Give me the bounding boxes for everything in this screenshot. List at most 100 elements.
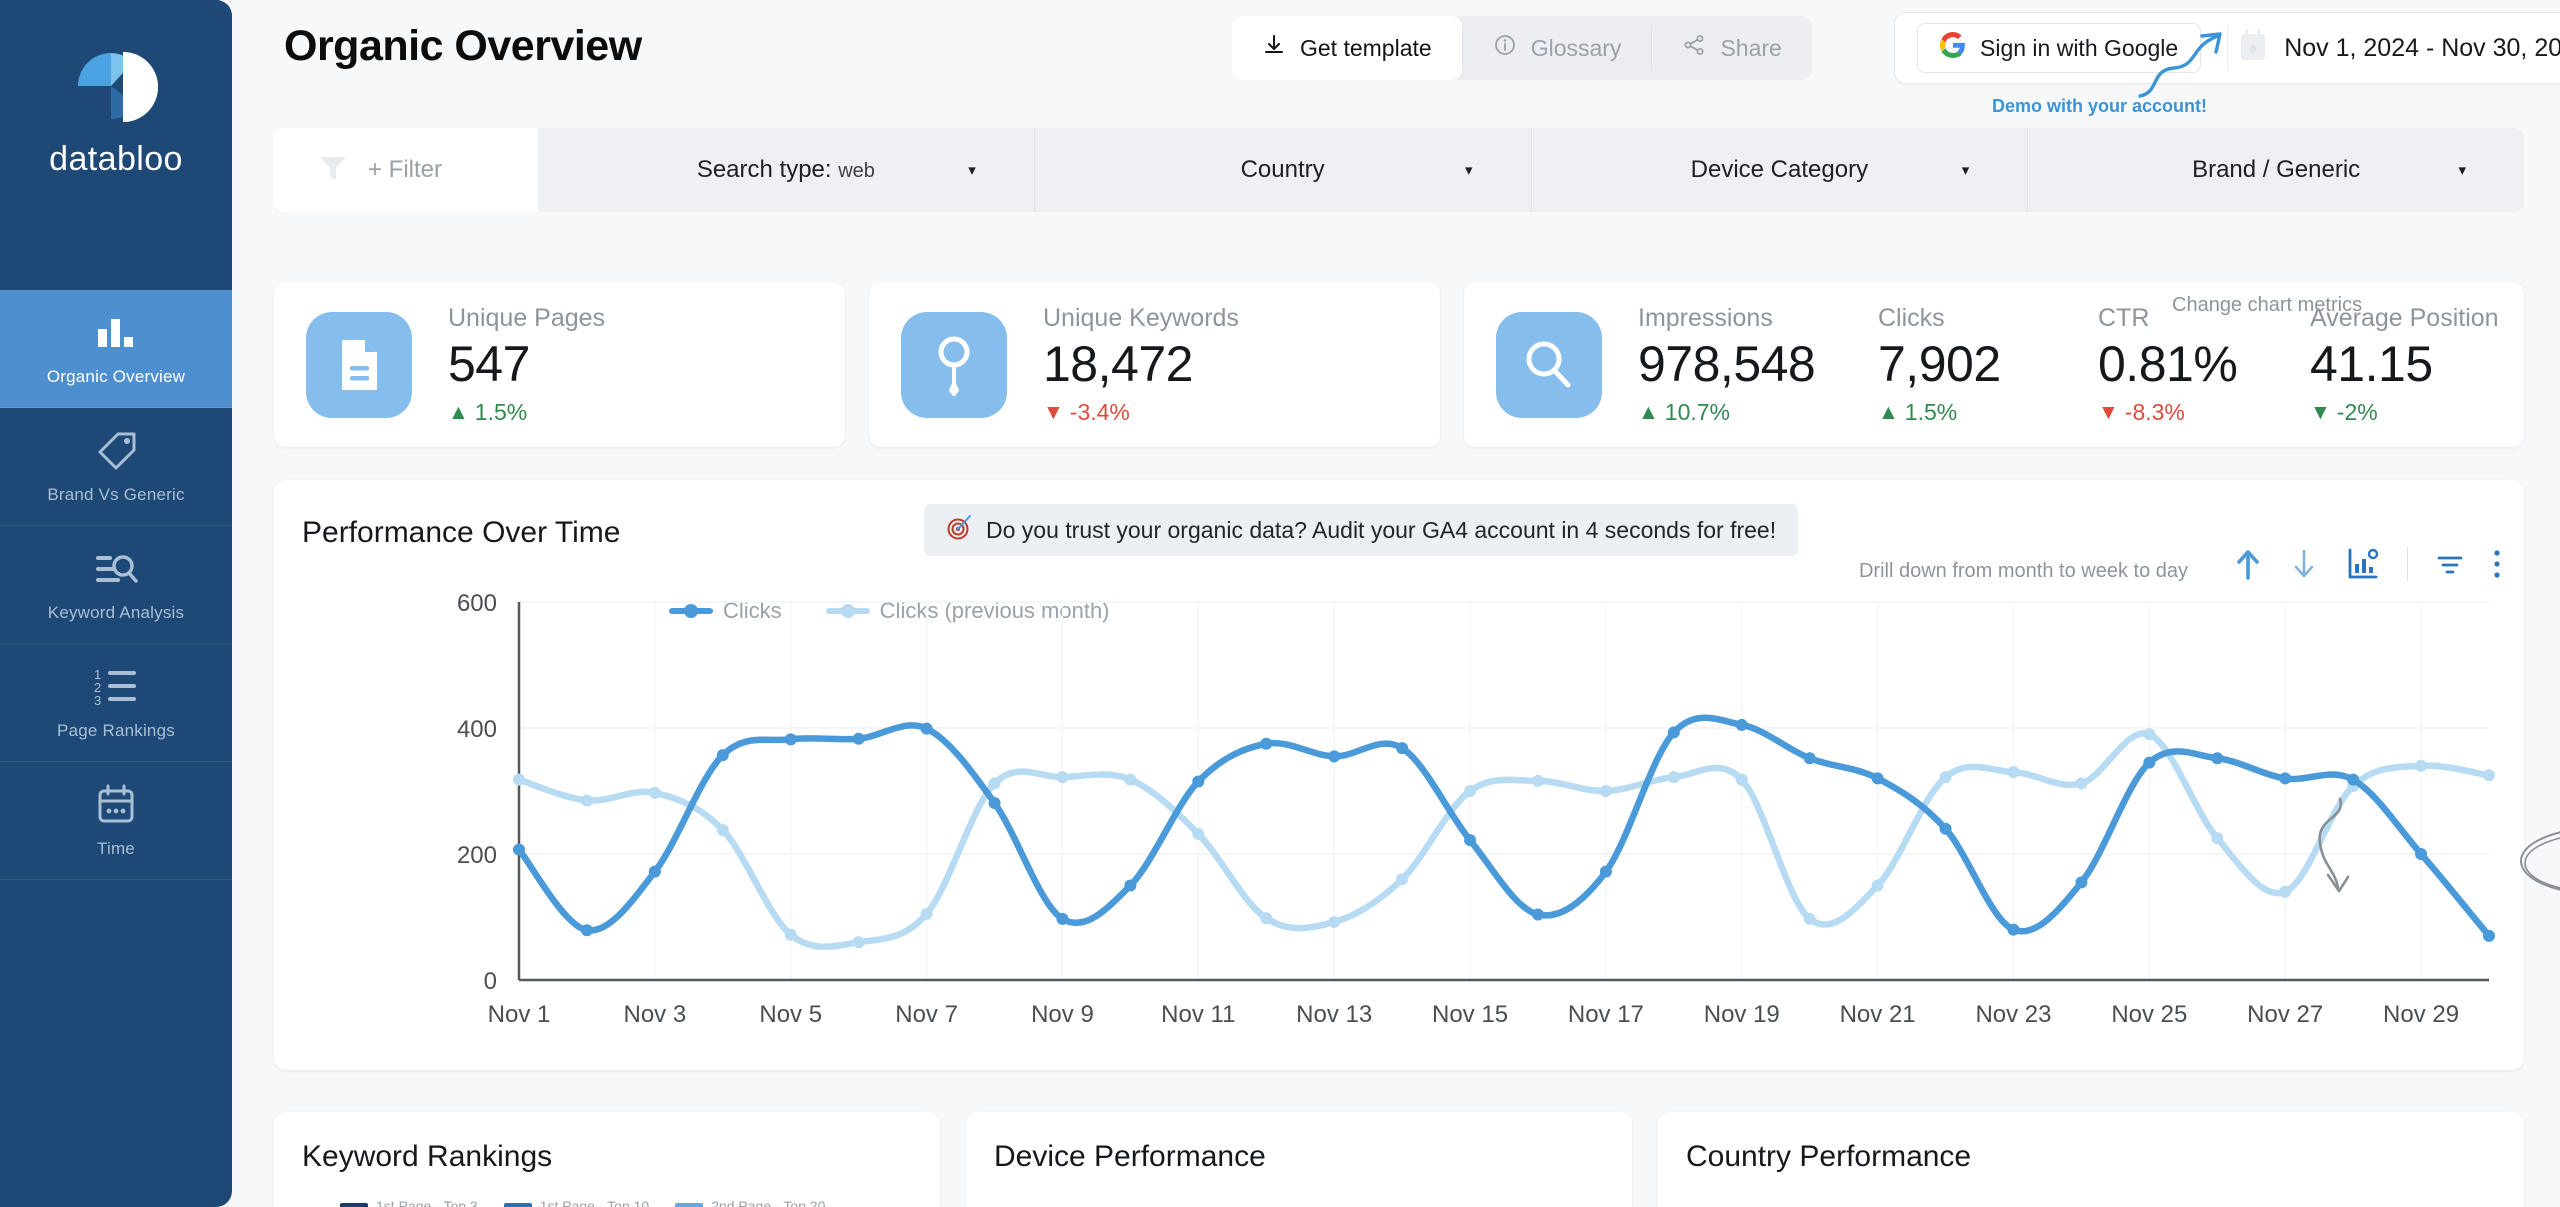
kpi-card-unique-pages[interactable]: Unique Pages 547 ▲ 1.5% bbox=[274, 282, 845, 447]
kpi-delta-value: -8.3% bbox=[2124, 398, 2185, 425]
glossary-button[interactable]: Glossary bbox=[1463, 16, 1652, 80]
chevron-down-icon[interactable]: ▾ bbox=[968, 161, 976, 179]
chevron-down-icon[interactable]: ▾ bbox=[1465, 161, 1473, 179]
filter-search-type[interactable]: Search type: web ▾ bbox=[538, 128, 1035, 212]
keyword-rankings-card: Keyword Rankings 1st Page - Top 3 1st Pa… bbox=[274, 1112, 940, 1207]
bar-chart-icon bbox=[94, 311, 138, 355]
kpi-metric: Unique Pages 547 ▲ 1.5% bbox=[448, 304, 605, 426]
sidebar-item-label: Page Rankings bbox=[57, 720, 175, 740]
get-template-button[interactable]: Get template bbox=[1232, 16, 1462, 80]
svg-text:Nov 29: Nov 29 bbox=[2383, 1001, 2459, 1028]
svg-text:3: 3 bbox=[94, 693, 101, 708]
legend-item-top10[interactable]: 1st Page - Top 10 bbox=[503, 1198, 649, 1207]
date-range-picker[interactable]: Nov 1, 2024 - Nov 30, 2024 ▾ bbox=[2232, 28, 2560, 68]
filter-device-category[interactable]: Device Category ▾ bbox=[1532, 128, 2029, 212]
svg-text:Nov 21: Nov 21 bbox=[1840, 1001, 1916, 1028]
kpi-name: Clicks bbox=[1878, 303, 1945, 332]
add-filter-button[interactable]: + Filter bbox=[274, 128, 538, 212]
drill-up-arrow-icon[interactable] bbox=[2233, 547, 2263, 581]
add-filter-label: + Filter bbox=[368, 156, 443, 183]
sidebar-item-page-rankings[interactable]: 1 2 3 Page Rankings bbox=[0, 644, 232, 762]
svg-text:Nov 3: Nov 3 bbox=[624, 1001, 687, 1028]
brand-logo[interactable]: databloo bbox=[0, 0, 232, 290]
page-title: Organic Overview bbox=[284, 22, 642, 70]
sidebar-item-organic-overview[interactable]: Organic Overview bbox=[0, 290, 232, 408]
keyword-search-icon bbox=[93, 547, 139, 591]
kpi-delta-value: 1.5% bbox=[474, 398, 528, 425]
document-icon bbox=[306, 311, 412, 418]
kpi-delta: ▼ -8.3% bbox=[2098, 399, 2310, 426]
arrow-down-icon: ▼ bbox=[2098, 400, 2119, 424]
legend-swatch bbox=[503, 1202, 532, 1207]
kpi-card-search-console[interactable]: Impressions 978,548 ▲ 10.7% Clicks 7,902… bbox=[1464, 282, 2524, 447]
calendar-icon bbox=[94, 783, 138, 827]
filter-icon[interactable] bbox=[2434, 548, 2466, 580]
sidebar-item-label: Keyword Analysis bbox=[47, 602, 185, 622]
filter-country[interactable]: Country ▾ bbox=[1035, 128, 1532, 212]
get-template-label: Get template bbox=[1300, 34, 1432, 61]
legend-swatch bbox=[340, 1202, 368, 1207]
glossary-label: Glossary bbox=[1530, 34, 1622, 61]
sidebar-item-keyword-analysis[interactable]: Keyword Analysis bbox=[0, 526, 232, 644]
kpi-value: 978,548 bbox=[1638, 335, 1816, 392]
change-chart-metrics-note: Change chart metrics bbox=[2172, 294, 2363, 316]
arrow-up-icon: ▲ bbox=[448, 400, 469, 424]
arrow-up-icon: ▲ bbox=[1878, 400, 1899, 424]
kpi-card-unique-keywords[interactable]: Unique Keywords 18,472 ▼ -3.4% bbox=[869, 282, 1440, 447]
date-range-value: Nov 1, 2024 - Nov 30, 2024 bbox=[2284, 33, 2560, 62]
kpi-delta: ▼ -3.4% bbox=[1043, 399, 1239, 426]
svg-text:Nov 1: Nov 1 bbox=[488, 1001, 551, 1028]
kpi-delta: ▲ 1.5% bbox=[448, 399, 605, 426]
more-options-icon[interactable] bbox=[2492, 547, 2502, 581]
kpi-metric: Unique Keywords 18,472 ▼ -3.4% bbox=[1043, 304, 1239, 426]
share-icon bbox=[1682, 33, 1706, 63]
demo-arrow-annotation-icon bbox=[2132, 22, 2252, 105]
chart-title: Performance Over Time bbox=[302, 516, 621, 549]
tag-icon bbox=[94, 429, 138, 473]
kpi-name: Unique Keywords bbox=[1043, 303, 1239, 332]
svg-text:600: 600 bbox=[457, 590, 497, 617]
kpi-metric-clicks: Clicks 7,902 ▲ 1.5% bbox=[1878, 304, 2098, 426]
svg-text:400: 400 bbox=[457, 716, 497, 743]
svg-text:Nov 11: Nov 11 bbox=[1161, 1001, 1235, 1028]
download-icon bbox=[1262, 33, 1286, 63]
svg-text:Nov 15: Nov 15 bbox=[1432, 1001, 1508, 1028]
country-performance-card: Country Performance bbox=[1658, 1112, 2524, 1207]
kpi-delta-value: -3.4% bbox=[1069, 398, 1130, 425]
kpi-delta-value: 10.7% bbox=[1664, 398, 1731, 425]
kpi-metric-impressions: Impressions 978,548 ▲ 10.7% bbox=[1638, 304, 1878, 426]
svg-text:Nov 7: Nov 7 bbox=[895, 1001, 958, 1028]
device-performance-card: Device Performance bbox=[966, 1112, 1632, 1207]
arrow-up-icon: ▲ bbox=[1638, 400, 1659, 424]
legend-item-top20[interactable]: 2nd Page - Top 20 bbox=[675, 1198, 825, 1207]
chart-metrics-icon[interactable] bbox=[2345, 546, 2381, 582]
kpi-delta: ▲ 10.7% bbox=[1638, 399, 1878, 426]
legend-swatch bbox=[675, 1202, 704, 1207]
kpi-name: Unique Pages bbox=[448, 303, 606, 332]
header-action-group: Get template Glossary Share bbox=[1232, 16, 1812, 80]
kpi-metric-average-position: Average Position 41.15 ▼ -2% bbox=[2310, 304, 2499, 426]
svg-text:Nov 27: Nov 27 bbox=[2247, 1001, 2323, 1028]
numbered-list-icon: 1 2 3 bbox=[92, 665, 140, 709]
filter-brand-generic[interactable]: Brand / Generic ▾ bbox=[2028, 128, 2524, 212]
kpi-delta-value: 1.5% bbox=[1904, 398, 1958, 425]
chevron-down-icon[interactable]: ▾ bbox=[2458, 161, 2466, 179]
legend-item-top3[interactable]: 1st Page - Top 3 bbox=[340, 1198, 478, 1207]
filter-name: Device Category bbox=[1690, 156, 1869, 183]
svg-text:Nov 23: Nov 23 bbox=[1975, 1001, 2051, 1028]
chevron-down-icon[interactable]: ▾ bbox=[1962, 161, 1970, 179]
sidebar-item-time[interactable]: Time bbox=[0, 762, 232, 880]
share-button[interactable]: Share bbox=[1652, 16, 1811, 80]
legend-label: 1st Page - Top 3 bbox=[376, 1198, 478, 1207]
sidebar-item-brand-vs-generic[interactable]: Brand Vs Generic bbox=[0, 408, 232, 526]
sidebar: databloo Organic Overview Brand Vs Gener… bbox=[0, 0, 232, 1207]
drill-down-arrow-icon[interactable] bbox=[2289, 547, 2319, 581]
arrow-down-icon: ▼ bbox=[2310, 400, 2331, 424]
svg-text:Nov 13: Nov 13 bbox=[1296, 1001, 1372, 1028]
promo-banner[interactable]: Do you trust your organic data? Audit yo… bbox=[924, 504, 1799, 556]
funnel-icon bbox=[316, 151, 350, 190]
kpi-delta: ▲ 1.5% bbox=[1878, 399, 2098, 426]
performance-over-time-panel: Performance Over Time Do you trust your … bbox=[274, 480, 2560, 1070]
chart-toolbar bbox=[2233, 546, 2502, 582]
info-icon bbox=[1493, 33, 1517, 63]
